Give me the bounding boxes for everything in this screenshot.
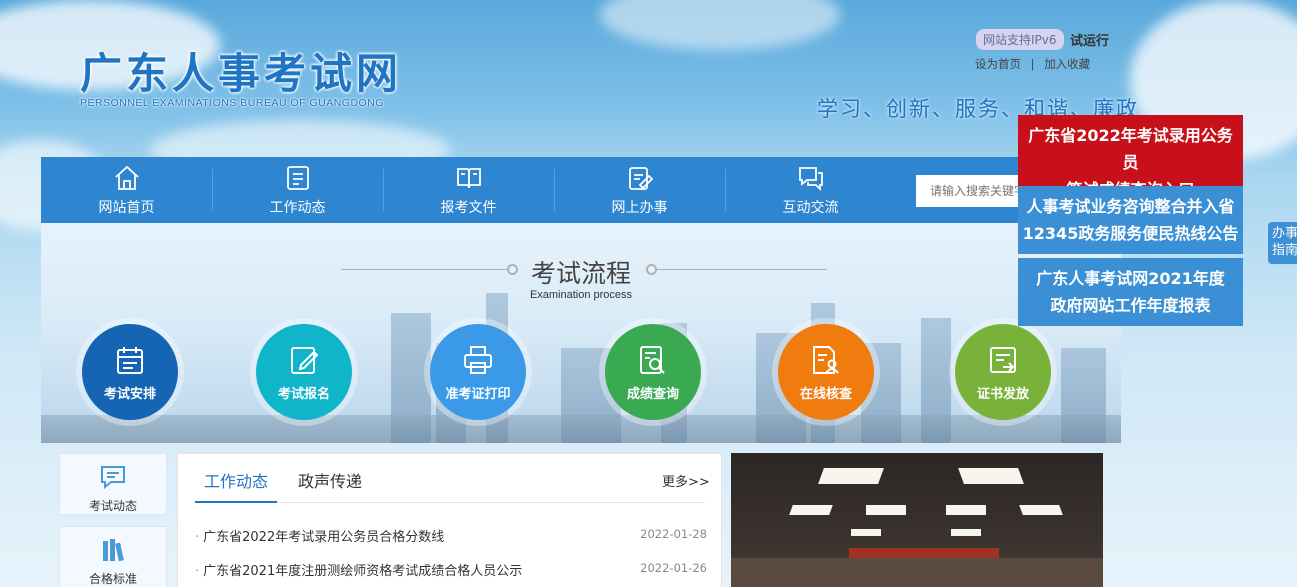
notice-line: 广东人事考试网2021年度 — [1036, 269, 1225, 288]
link-separator: | — [1030, 57, 1035, 71]
news-date: 2022-01-26 — [640, 561, 707, 575]
step-label: 在线核查 — [799, 386, 852, 402]
news-date: 2022-01-28 — [640, 527, 707, 541]
user-doc-icon — [813, 345, 839, 374]
side-label: 考试动态 — [88, 499, 137, 513]
news-photo[interactable] — [731, 453, 1103, 587]
nav-online-service[interactable]: 网上办事 — [554, 157, 725, 223]
nav-exam-docs[interactable]: 报考文件 — [383, 157, 554, 223]
nav-work-news[interactable]: 工作动态 — [212, 157, 383, 223]
nav-interaction[interactable]: 互动交流 — [725, 157, 896, 223]
side-label: 合格标准 — [88, 572, 137, 586]
chat-icon — [798, 166, 823, 191]
book-icon — [456, 167, 481, 188]
step-exam-schedule[interactable]: 考试安排 — [82, 324, 178, 420]
home-icon — [114, 165, 139, 190]
bullet: · — [195, 564, 200, 579]
nav-label: 网站首页 — [98, 199, 155, 216]
process-subtitle: Examination process — [529, 289, 633, 301]
books-icon — [103, 539, 124, 562]
step-online-verify[interactable]: 在线核查 — [778, 324, 874, 420]
step-registration[interactable]: 考试报名 — [256, 324, 352, 420]
float-tab-line: 办事 — [1272, 226, 1297, 241]
notice-line: 人事考试业务咨询整合并入省 — [1026, 197, 1235, 216]
news-title: 广东省2022年考试录用公务员合格分数线 — [203, 530, 445, 545]
active-tab-indicator — [195, 501, 277, 503]
bullet: · — [195, 530, 200, 545]
header-links: 设为首页 | 加入收藏 — [975, 56, 1090, 72]
ipv6-badge: 网站支持IPv6 — [976, 29, 1064, 50]
nav-label: 互动交流 — [782, 199, 839, 216]
news-item[interactable]: · 广东省2022年考试录用公务员合格分数线 2022-01-28 — [195, 526, 707, 545]
nav-home[interactable]: 网站首页 — [41, 157, 212, 223]
exam-process-banner: 考试流程 Examination process 考试安排 考试报名 准考证打印… — [41, 223, 1121, 443]
trial-label: 试运行 — [1070, 34, 1110, 49]
printer-icon — [464, 345, 492, 374]
side-pass-standard[interactable]: 合格标准 — [59, 526, 167, 587]
photo-detail — [731, 558, 1103, 587]
site-logo-title[interactable]: 广东人事考试网 — [80, 40, 402, 101]
step-certificate[interactable]: 证书发放 — [955, 324, 1051, 420]
nav-label: 工作动态 — [269, 199, 326, 216]
notice-line: 广东省2022年考试录用公务员 — [1028, 126, 1233, 172]
ground-decoration — [41, 415, 1121, 443]
notice-hotline[interactable]: 人事考试业务咨询整合并入省 12345政务服务便民热线公告 — [1018, 186, 1243, 254]
photo-detail — [951, 529, 981, 536]
photo-detail — [789, 505, 833, 515]
photo-detail — [818, 468, 884, 484]
service-guide-tab[interactable]: 办事 指南 — [1266, 220, 1297, 266]
add-favorite-link[interactable]: 加入收藏 — [1044, 57, 1090, 71]
step-score-query[interactable]: 成绩查询 — [605, 324, 701, 420]
nav-label: 报考文件 — [440, 199, 497, 216]
notice-line: 政府网站工作年度报表 — [1050, 296, 1211, 315]
step-label: 考试报名 — [277, 386, 330, 402]
news-title: 广东省2021年度注册测绘师资格考试成绩合格人员公示 — [203, 564, 523, 579]
photo-detail — [958, 468, 1024, 484]
step-label: 证书发放 — [976, 386, 1029, 402]
process-title: 考试流程 — [530, 259, 631, 288]
tab-work-news[interactable]: 工作动态 — [204, 468, 268, 492]
photo-detail — [851, 529, 881, 536]
photo-detail — [849, 548, 999, 558]
set-home-link[interactable]: 设为首页 — [975, 57, 1021, 71]
news-panel: 工作动态 政声传递 更多>> · 广东省2022年考试录用公务员合格分数线 202… — [177, 453, 722, 587]
certificate-icon — [990, 346, 1016, 373]
calendar-icon — [117, 346, 143, 374]
photo-detail — [1019, 505, 1063, 515]
news-item[interactable]: · 广东省2021年度注册测绘师资格考试成绩合格人员公示 2022-01-26 — [195, 560, 707, 579]
step-label: 考试安排 — [103, 386, 156, 402]
search-doc-icon — [640, 345, 665, 374]
step-label: 成绩查询 — [626, 386, 679, 402]
message-icon — [101, 466, 125, 490]
photo-detail — [946, 505, 986, 515]
photo-detail — [866, 505, 906, 515]
side-exam-news[interactable]: 考试动态 — [59, 453, 167, 515]
tab-policy-news[interactable]: 政声传递 — [298, 468, 362, 492]
notice-annual-report[interactable]: 广东人事考试网2021年度 政府网站工作年度报表 — [1018, 258, 1243, 326]
nav-label: 网上办事 — [611, 199, 668, 216]
step-label: 准考证打印 — [445, 386, 511, 402]
notice-line: 12345政务服务便民热线公告 — [1022, 224, 1239, 243]
float-tab-line: 指南 — [1272, 243, 1297, 258]
list-icon — [286, 165, 309, 190]
more-link[interactable]: 更多>> — [662, 471, 710, 490]
pen-icon — [291, 346, 319, 374]
cloud-decoration — [600, 0, 840, 50]
site-logo-subtitle: PERSONNEL EXAMINATIONS BUREAU OF GUANGDO… — [80, 97, 384, 109]
clipboard-edit-icon — [628, 166, 653, 190]
step-print-admission[interactable]: 准考证打印 — [430, 324, 526, 420]
